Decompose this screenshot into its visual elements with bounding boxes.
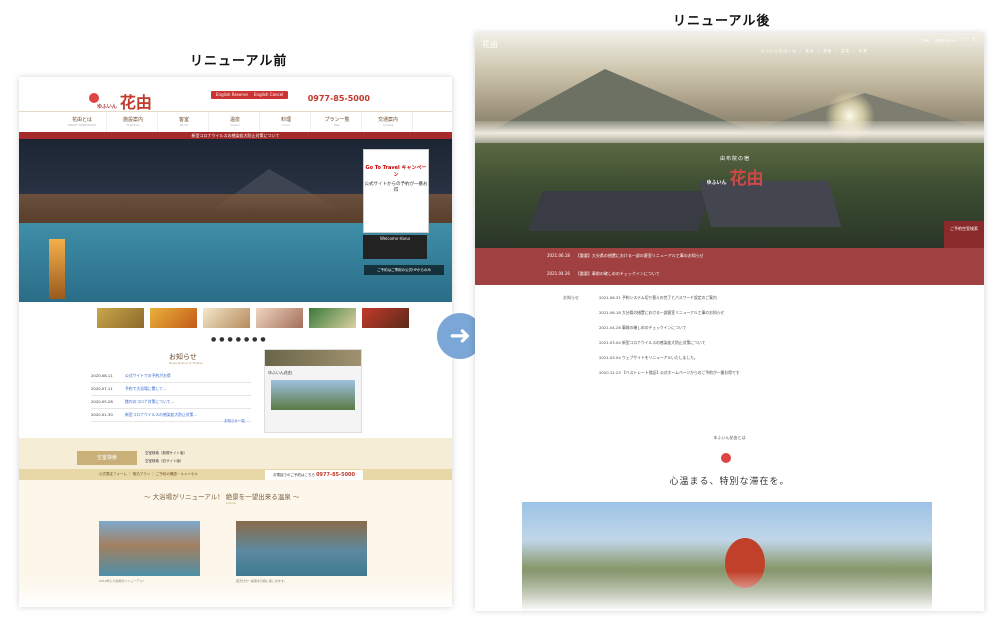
- social-icons[interactable]: ♡ f: [960, 37, 978, 44]
- before-logo[interactable]: ゆふいん 花由: [97, 89, 152, 113]
- promo-banner[interactable]: [256, 308, 303, 328]
- before-hero-image: Go To Travel キャンペーン 公式サイトからの予約が一番お得 Welc…: [19, 139, 452, 302]
- search-label: 空室検索: [77, 451, 137, 465]
- search-options: 空室検索（新規サイト版） 空室検索（旧サイト版）: [145, 449, 187, 465]
- news-list: 2021.06.31 予約システム切り替えの完了とパスワード設定のご案内 202…: [599, 294, 740, 384]
- list-item[interactable]: 2020.08.11 公式サイトでの予約がお得: [91, 370, 251, 383]
- before-nav: 花由とは ABOUT HANAYOSHI 施設案内 Facilities 客室 Roo…: [19, 111, 452, 132]
- news-list: 2020.08.11 公式サイトでの予約がお得 2020.07.11 予約で大浴場に…: [91, 370, 251, 422]
- goto-travel-banner[interactable]: Go To Travel キャンペーン 公式サイトからの予約が一番お得: [363, 149, 429, 233]
- list-item[interactable]: 2021.03.04 ウェブサイトをリニューアルいたしました。: [599, 354, 740, 369]
- before-screenshot: ゆふいん 花由 English Reserve English Cancel 09…: [19, 77, 452, 607]
- facebook-widget[interactable]: ゆふいん花由: [264, 349, 362, 433]
- onsen-photo[interactable]: [99, 521, 200, 576]
- after-hero-image: 由布院の宿 ゆふいん 花由: [475, 33, 984, 248]
- important-news-item[interactable]: 2021.04.26 【重要】事前の確しめのチェックインについて: [547, 271, 660, 277]
- promo-banner[interactable]: [362, 308, 409, 328]
- news-more-link[interactable]: お知らせ一覧: [224, 419, 245, 424]
- nav-item-onsen[interactable]: 温泉 Onsen: [211, 112, 260, 132]
- nav-item-access[interactable]: 交通案内 Access: [364, 112, 413, 132]
- header-logo[interactable]: 花由: [482, 39, 498, 50]
- before-header: ゆふいん 花由 English Reserve English Cancel 09…: [19, 77, 452, 113]
- header-links[interactable]: ご予約 ｜ お問い合わせ: [919, 39, 956, 44]
- list-item[interactable]: 2021.03.04 新型コロナウイルスの感染拡大防止対策について: [599, 339, 740, 354]
- nav-item-facilities[interactable]: 施設案内 Facilities: [109, 112, 158, 132]
- list-item[interactable]: 2021.06.31 予約システム切り替えの完了とパスワード設定のご案内: [599, 294, 740, 309]
- onsen-photo[interactable]: [236, 521, 367, 576]
- list-item[interactable]: 2020.12.23 【ベストレート保証】公式ホームページからのご予約が一番お得…: [599, 369, 740, 384]
- reserve-notice[interactable]: ご予約はご専用の公式HPからのみ: [364, 265, 444, 275]
- carousel-dots[interactable]: ●●●●●●●: [211, 336, 269, 343]
- search-links[interactable]: 公式限定フォーム ｜ 宿泊プラン ｜ ご予約の確認・キャンセル: [99, 472, 198, 477]
- important-news-item[interactable]: 2021.06.18 【重要】大分県の措置における一部の客室リニューアル工事のお知…: [547, 253, 704, 259]
- after-caption: リニューアル後: [673, 14, 771, 29]
- about-tag: ゆふいん花由とは: [713, 435, 746, 440]
- list-item[interactable]: 2021.06.18 大分県の措置における一部客室リニューアル工事のお知らせ: [599, 309, 740, 324]
- flower-icon: [721, 453, 731, 463]
- reserve-search-button[interactable]: ご予約空室検索: [944, 221, 984, 248]
- search-option[interactable]: 空室検索（新規サイト版）: [145, 449, 187, 457]
- banner-row: [97, 308, 409, 328]
- section-heading: 心温まる、特別な滞在を。: [669, 477, 790, 487]
- news-label: お知らせ: [563, 295, 579, 300]
- english-reserve-button[interactable]: English Reserve: [211, 91, 253, 99]
- list-item[interactable]: 2020.05.28 館内のコロナ対策について...: [91, 396, 251, 409]
- promo-banner[interactable]: [309, 308, 356, 328]
- promo-banner[interactable]: [150, 308, 197, 328]
- list-item[interactable]: 2020.07.11 予約で大浴場に関して...: [91, 383, 251, 396]
- nav-item-plan[interactable]: プラン一覧 Plan: [313, 112, 362, 132]
- after-screenshot: 由布院の宿 ゆふいん 花由 花由 ご予約 ｜ お問い合わせ ♡ f ゆふいん花由と…: [475, 33, 984, 611]
- welcome-banner[interactable]: Welcome Hana: [363, 235, 427, 259]
- hero-logo: 由布院の宿 ゆふいん 花由: [706, 156, 764, 189]
- news-subtitle: News Notice of Todays: [169, 361, 203, 365]
- promo-banner[interactable]: [203, 308, 250, 328]
- english-cancel-button[interactable]: English Cancel: [249, 91, 289, 99]
- nav-item-food[interactable]: 料理 Food: [262, 112, 311, 132]
- covid-alert-bar[interactable]: 新型コロナウイルスの感染拡大防止対策について: [19, 132, 452, 139]
- search-phone: お電話でのご予約はこちら 0977-85-5000: [265, 470, 363, 480]
- pickup-subtitle: pickup: [226, 501, 236, 505]
- after-header: 花由 ご予約 ｜ お問い合わせ ♡ f ゆふいん花由とは ｜ 客室 ｜ 施設 ｜…: [475, 33, 984, 55]
- promo-banner[interactable]: [97, 308, 144, 328]
- pickup-title: 〜 大浴場がリニューアル！ 絶景を一望出来る温泉 〜: [144, 493, 300, 501]
- fb-page-name: ゆふいん花由: [268, 370, 292, 375]
- header-nav[interactable]: ゆふいん花由とは ｜ 客室 ｜ 施設 ｜ 温泉 ｜ 料理: [761, 49, 868, 54]
- before-caption: リニューアル前: [190, 54, 288, 69]
- search-option[interactable]: 空室検索（旧サイト版）: [145, 457, 187, 465]
- nav-item-about[interactable]: 花由とは ABOUT HANAYOSHI: [58, 112, 107, 132]
- list-item[interactable]: 2021.04.26 事前の確しめのチェックインについて: [599, 324, 740, 339]
- before-phone: 0977-85-5000: [307, 94, 370, 103]
- nav-item-room[interactable]: 客室 Room: [160, 112, 209, 132]
